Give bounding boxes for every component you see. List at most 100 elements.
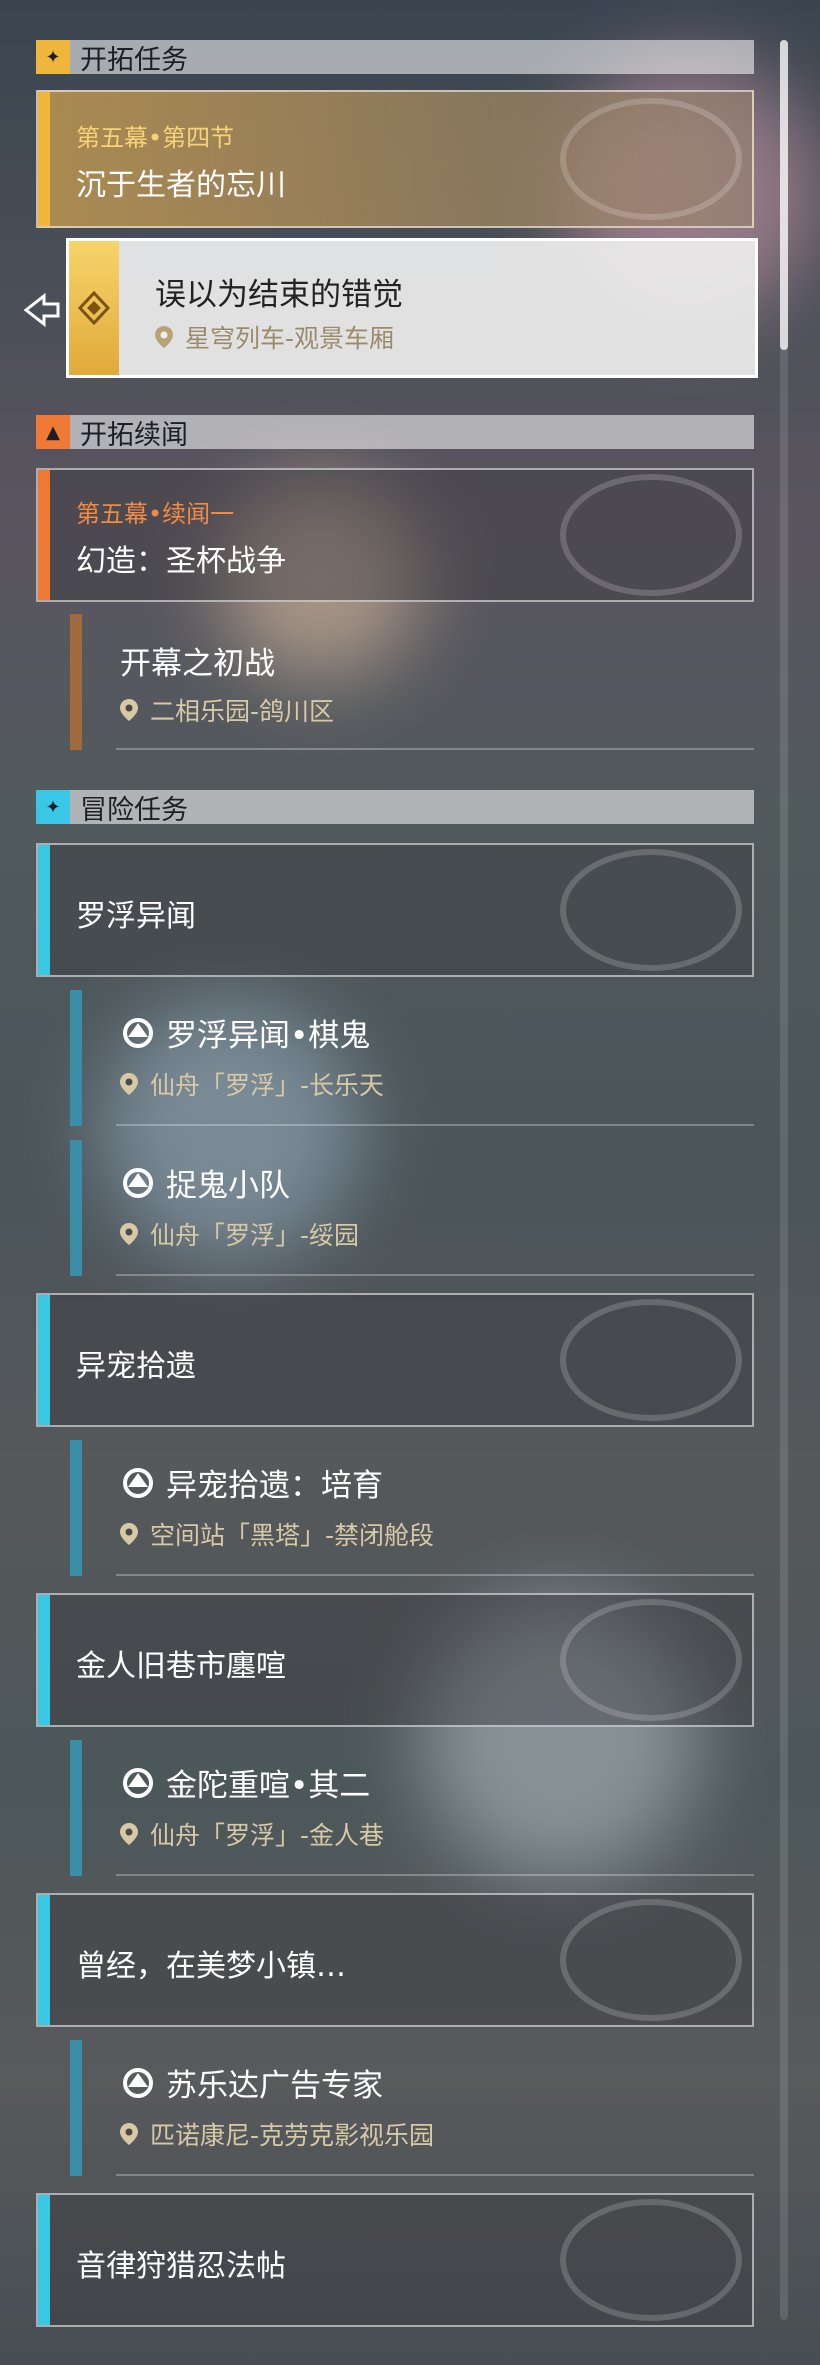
- adventure-quest-icon: [123, 1767, 153, 1798]
- quest-chapter: 第五幕•续闻一: [76, 500, 235, 528]
- group-title: 异宠拾遗: [76, 1349, 196, 1384]
- subquest-location: 仙舟「罗浮」-绥园: [120, 1216, 359, 1252]
- trailblaze-icon: ✦: [36, 40, 70, 74]
- quest-chapter: 第五幕•第四节: [76, 124, 235, 152]
- adventure-subquest[interactable]: 罗浮异闻•棋鬼 仙舟「罗浮」-长乐天: [70, 990, 754, 1126]
- subquest-title: 开幕之初战: [120, 646, 275, 682]
- subquest-location: 匹诺康尼-克劳克影视乐园: [120, 2116, 434, 2152]
- adventure-quest-icon: [123, 1467, 153, 1498]
- continuance-icon: ▲: [36, 415, 70, 449]
- location-text: 星穹列车-观景车厢: [185, 324, 395, 353]
- card-accent: [38, 845, 50, 975]
- location-text: 二相乐园-鸽川区: [150, 697, 335, 726]
- location-pin-icon: [155, 326, 173, 348]
- subquest-location: 仙舟「罗浮」-长乐天: [120, 1066, 384, 1102]
- quest-emblem-icon: [560, 1899, 742, 2021]
- quest-emblem-icon: [560, 2199, 742, 2321]
- subquest-bar: [70, 614, 82, 750]
- subquest-bar: [70, 990, 82, 1126]
- divider: [116, 1574, 754, 1576]
- card-accent: [38, 1895, 50, 2025]
- quest-emblem-icon: [560, 474, 742, 596]
- subquest-title: 苏乐达广告专家: [120, 2060, 383, 2105]
- card-accent: [38, 470, 50, 600]
- group-title: 金人旧巷市廛喧: [76, 1649, 286, 1684]
- adventure-subquest[interactable]: 异宠拾遗：培育 空间站「黑塔」-禁闭舱段: [70, 1440, 754, 1576]
- divider: [116, 1124, 754, 1126]
- subquest-title-text: 苏乐达广告专家: [166, 2068, 383, 2104]
- location-text: 匹诺康尼-克劳克影视乐园: [150, 2121, 435, 2150]
- adventure-icon: ✦: [36, 790, 70, 824]
- adventure-group-card[interactable]: 音律狩猎忍法帖: [36, 2193, 754, 2327]
- subquest-location: 二相乐园-鸽川区: [120, 692, 334, 728]
- group-title: 音律狩猎忍法帖: [76, 2249, 286, 2284]
- section-header-adventure: ✦ 冒险任务: [36, 790, 754, 826]
- quest-title: 沉于生者的忘川: [76, 168, 286, 203]
- quest-emblem-icon: [560, 849, 742, 971]
- subquest-title: 金陀重喧•其二: [120, 1760, 370, 1805]
- location-text: 仙舟「罗浮」-金人巷: [150, 1821, 385, 1850]
- subquest-title: 罗浮异闻•棋鬼: [120, 1010, 370, 1055]
- trailblaze-quest-card[interactable]: 第五幕•第四节 沉于生者的忘川: [36, 90, 754, 228]
- group-title: 曾经，在美梦小镇…: [76, 1949, 346, 1984]
- section-title: 冒险任务: [80, 794, 188, 826]
- subquest-title-text: 罗浮异闻•棋鬼: [166, 1018, 371, 1054]
- subquest-bar: [70, 2040, 82, 2176]
- quest-emblem-icon: [560, 1299, 742, 1421]
- subquest-title: 捉鬼小队: [120, 1160, 290, 1205]
- location-text: 仙舟「罗浮」-长乐天: [150, 1071, 385, 1100]
- location-text: 仙舟「罗浮」-绥园: [150, 1221, 360, 1250]
- location-pin-icon: [120, 2123, 138, 2145]
- card-accent: [38, 1595, 50, 1725]
- subquest-title-text: 异宠拾遗：培育: [166, 1468, 383, 1504]
- adventure-quest-icon: [123, 1167, 153, 1198]
- trailblaze-emblem-icon: [77, 290, 111, 326]
- subquest-title: 异宠拾遗：培育: [120, 1460, 383, 1505]
- adventure-group-card[interactable]: 金人旧巷市廛喧: [36, 1593, 754, 1727]
- card-accent: [38, 92, 50, 226]
- location-pin-icon: [120, 1223, 138, 1245]
- subquest-bar: [70, 1740, 82, 1876]
- subquest-bar: [70, 1440, 82, 1576]
- continuance-subquest[interactable]: 开幕之初战 二相乐园-鸽川区: [70, 614, 754, 750]
- adventure-group-card[interactable]: 罗浮异闻: [36, 843, 754, 977]
- adventure-quest-icon: [123, 2067, 153, 2098]
- location-pin-icon: [120, 1823, 138, 1845]
- active-quest-strip: [69, 241, 119, 375]
- subquest-location: 空间站「黑塔」-禁闭舱段: [120, 1516, 434, 1552]
- card-accent: [38, 1295, 50, 1425]
- location-pin-icon: [120, 1523, 138, 1545]
- quest-title: 幻造：圣杯战争: [76, 544, 286, 579]
- subquest-title-text: 捉鬼小队: [166, 1168, 290, 1204]
- quest-emblem-icon: [560, 98, 742, 220]
- divider: [116, 1274, 754, 1276]
- quest-emblem-icon: [560, 1599, 742, 1721]
- adventure-quest-icon: [123, 1017, 153, 1048]
- divider: [116, 1874, 754, 1876]
- adventure-subquest[interactable]: 金陀重喧•其二 仙舟「罗浮」-金人巷: [70, 1740, 754, 1876]
- scrollbar-thumb[interactable]: [780, 40, 788, 350]
- active-quest-location: 星穹列车-观景车厢: [155, 319, 394, 355]
- selected-arrow-icon: [24, 292, 60, 328]
- divider: [116, 748, 754, 750]
- card-accent: [38, 2195, 50, 2325]
- active-quest-title: 误以为结束的错觉: [155, 277, 403, 313]
- adventure-group-card[interactable]: 异宠拾遗: [36, 1293, 754, 1427]
- subquest-title-text: 金陀重喧•其二: [166, 1768, 371, 1804]
- section-title: 开拓续闻: [80, 419, 188, 451]
- section-header-continuance: ▲ 开拓续闻: [36, 415, 754, 451]
- location-pin-icon: [120, 1073, 138, 1095]
- group-title: 罗浮异闻: [76, 899, 196, 934]
- subquest-bar: [70, 1140, 82, 1276]
- adventure-subquest[interactable]: 苏乐达广告专家 匹诺康尼-克劳克影视乐园: [70, 2040, 754, 2176]
- scrollbar-track[interactable]: [780, 40, 788, 2320]
- divider: [116, 2174, 754, 2176]
- adventure-subquest[interactable]: 捉鬼小队 仙舟「罗浮」-绥园: [70, 1140, 754, 1276]
- active-quest-card[interactable]: 误以为结束的错觉 星穹列车-观景车厢: [66, 238, 758, 378]
- subquest-location: 仙舟「罗浮」-金人巷: [120, 1816, 384, 1852]
- location-pin-icon: [120, 699, 138, 721]
- continuance-quest-card[interactable]: 第五幕•续闻一 幻造：圣杯战争: [36, 468, 754, 602]
- section-header-trailblaze: ✦ 开拓任务: [36, 40, 754, 76]
- location-text: 空间站「黑塔」-禁闭舱段: [150, 1521, 435, 1550]
- adventure-group-card[interactable]: 曾经，在美梦小镇…: [36, 1893, 754, 2027]
